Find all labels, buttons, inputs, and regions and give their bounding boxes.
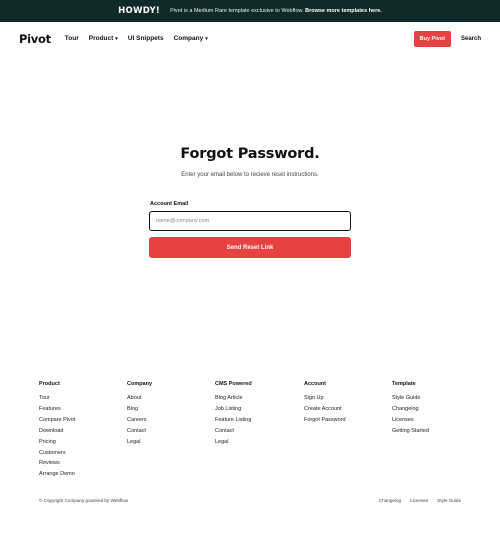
nav-link-tour[interactable]: Tour [65, 35, 79, 42]
chevron-down-icon: ▾ [115, 35, 118, 42]
footer-link[interactable]: Pricing [39, 437, 75, 448]
nav-link-ui-snippets[interactable]: UI Snippets [128, 35, 164, 42]
nav-link-label: UI Snippets [127, 35, 164, 42]
footer-link[interactable]: Contact [215, 426, 252, 437]
footer-column-title: Account [304, 381, 326, 387]
footer-column-company: Company About Blog Careers Contact Legal [127, 381, 152, 448]
howdy-badge: HOWDY! [118, 6, 161, 16]
style-guide-link[interactable]: Style Guide [437, 498, 461, 503]
top-navigation: Pivot Tour Product ▾ UI Snippets Company… [0, 22, 500, 55]
copyright-text: © Copyright Company powered by Webflow [39, 498, 129, 503]
nav-actions: Buy Pivot Search [413, 30, 481, 47]
footer-column-title: Company [127, 381, 153, 387]
footer-link[interactable]: Reviews [39, 458, 75, 469]
footer-column-product: Product Tour Features Compare Pivot Down… [39, 381, 75, 480]
nav-link-label: Tour [64, 35, 79, 42]
footer-link[interactable]: Careers [127, 415, 152, 426]
send-reset-link-button[interactable]: Send Reset Link [149, 237, 351, 258]
footer-link[interactable]: Feature Listing [215, 415, 252, 426]
footer-link[interactable]: Contact [127, 426, 152, 437]
footer-link[interactable]: Features [39, 404, 75, 415]
footer-link[interactable]: Forgot Password [304, 415, 346, 426]
footer-column-template: Template Style Guide Changelog Licenses … [392, 381, 429, 437]
footer-link[interactable]: Job Listing [215, 404, 252, 415]
footer-link[interactable]: Sign Up [304, 393, 346, 404]
footer-column-cms-powered: CMS Powered Blog Article Job Listing Fea… [215, 381, 252, 448]
licenses-link[interactable]: Licenses [410, 498, 428, 503]
footer-column-title: Template [392, 381, 416, 387]
footer-link[interactable]: Legal [215, 437, 252, 448]
nav-link-label: Company [173, 35, 204, 42]
email-field[interactable] [149, 211, 351, 231]
chevron-down-icon: ▾ [205, 35, 208, 42]
page-title: Forgot Password. [180, 146, 320, 162]
nav-link-product[interactable]: Product ▾ [89, 35, 118, 42]
footer-link[interactable]: Getting Started [392, 426, 429, 437]
announcement-banner: HOWDY! Pivot is a Medium Rare template e… [0, 0, 500, 22]
footer-link[interactable]: About [127, 393, 152, 404]
banner-message-text: Pivot is a Medium Rare template exclusiv… [170, 8, 304, 14]
banner-message: Pivot is a Medium Rare template exclusiv… [170, 8, 382, 14]
search-link[interactable]: Search [461, 36, 481, 42]
footer-column-title: Product [39, 381, 60, 387]
footer-link[interactable]: Customers [39, 448, 75, 459]
footer-link[interactable]: Tour [39, 393, 75, 404]
footer-link[interactable]: Legal [127, 437, 152, 448]
footer-column-title: CMS Powered [215, 381, 252, 387]
footer-link[interactable]: Blog Article [215, 393, 252, 404]
footer-link[interactable]: Style Guide [392, 393, 429, 404]
footer-link[interactable]: Create Account [304, 404, 346, 415]
page-subtitle: Enter your email below to recieve reset … [181, 172, 319, 178]
footer-column-account: Account Sign Up Create Account Forgot Pa… [304, 381, 346, 426]
footer-link[interactable]: Arrange Demo [39, 469, 75, 480]
footer-link[interactable]: Download [39, 426, 75, 437]
email-field-label: Account Email [150, 201, 189, 207]
nav-link-company[interactable]: Company ▾ [174, 35, 208, 42]
nav-link-label: Product [88, 35, 114, 42]
footer-bottom-links: Changelog Licenses Style Guide [379, 498, 461, 503]
pivot-logo[interactable]: Pivot [19, 32, 51, 46]
footer-link[interactable]: Blog [127, 404, 152, 415]
footer-link[interactable]: Compare Pivot [39, 415, 75, 426]
footer-link[interactable]: Changelog [392, 404, 429, 415]
changelog-link[interactable]: Changelog [379, 498, 401, 503]
buy-pivot-button[interactable]: Buy Pivot [413, 30, 451, 47]
footer-link[interactable]: Licenses [392, 415, 429, 426]
browse-templates-link[interactable]: Browse more templates here. [305, 8, 382, 14]
